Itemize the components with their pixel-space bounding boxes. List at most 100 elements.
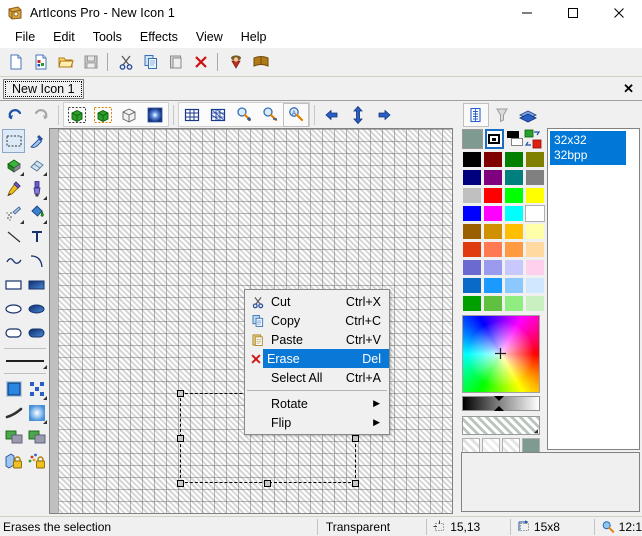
palette-swatch[interactable] bbox=[483, 277, 503, 294]
tool-options-arrow[interactable] bbox=[43, 220, 47, 224]
flood-fill-tool[interactable] bbox=[25, 201, 48, 225]
palette-swatch[interactable] bbox=[504, 223, 524, 240]
undo-button[interactable] bbox=[2, 103, 28, 127]
tool-options-arrow[interactable] bbox=[20, 220, 24, 224]
palette-swatch[interactable] bbox=[483, 205, 503, 222]
curve-tool[interactable] bbox=[2, 249, 25, 273]
zoom-in-button[interactable] bbox=[231, 103, 257, 127]
line-width-arrow[interactable] bbox=[43, 365, 47, 369]
palette-swatch[interactable] bbox=[504, 151, 524, 168]
palette-swatch[interactable] bbox=[483, 295, 503, 312]
palette-swatch[interactable] bbox=[525, 223, 545, 240]
delete-image-format-button[interactable] bbox=[489, 103, 515, 127]
new-icon-button[interactable] bbox=[3, 50, 28, 75]
tab-new-icon-1[interactable]: New Icon 1 bbox=[3, 78, 84, 99]
selection-handle-s[interactable] bbox=[264, 480, 271, 487]
palette-swatch[interactable] bbox=[462, 259, 482, 276]
palette-swatch[interactable] bbox=[483, 187, 503, 204]
menu-file[interactable]: File bbox=[6, 28, 44, 46]
selection-handle-nw[interactable] bbox=[177, 390, 184, 397]
texture-options-arrow[interactable] bbox=[534, 429, 538, 433]
palette-swatch[interactable] bbox=[504, 277, 524, 294]
opacity-tool[interactable] bbox=[2, 425, 25, 449]
selection-handle-se[interactable] bbox=[352, 480, 359, 487]
texture-preview[interactable] bbox=[462, 416, 540, 435]
3d-object-button[interactable] bbox=[116, 103, 142, 127]
palette-swatch[interactable] bbox=[462, 241, 482, 258]
palette-swatch[interactable] bbox=[525, 241, 545, 258]
save-button[interactable] bbox=[78, 50, 103, 75]
line-width-selector[interactable] bbox=[2, 352, 48, 370]
smudge-tool[interactable] bbox=[2, 401, 25, 425]
color-wheel-picker[interactable] bbox=[462, 315, 540, 393]
current-color-swatch[interactable] bbox=[462, 129, 483, 149]
image-format-list[interactable]: 32x32 32bpp bbox=[547, 128, 640, 450]
tool-options-arrow[interactable] bbox=[43, 420, 47, 424]
pencil-tool[interactable] bbox=[2, 177, 25, 201]
arc-tool[interactable] bbox=[25, 249, 48, 273]
ellipse-filled-tool[interactable] bbox=[25, 297, 48, 321]
tool-options-arrow[interactable] bbox=[20, 172, 24, 176]
palette-swatch[interactable] bbox=[525, 277, 545, 294]
palette-swatch[interactable] bbox=[525, 169, 545, 186]
color-mode-button[interactable] bbox=[484, 129, 504, 149]
palette-swatch[interactable] bbox=[483, 223, 503, 240]
palette-swatch[interactable] bbox=[525, 151, 545, 168]
scatter-tool[interactable] bbox=[25, 377, 48, 401]
palette-swatch[interactable] bbox=[462, 169, 482, 186]
eraser-tool[interactable] bbox=[25, 153, 48, 177]
palette-swatch[interactable] bbox=[483, 169, 503, 186]
menu-effects[interactable]: Effects bbox=[131, 28, 187, 46]
tool-options-arrow[interactable] bbox=[43, 396, 47, 400]
context-menu-item-copy[interactable]: Copy Ctrl+C bbox=[245, 311, 389, 330]
palette-swatch[interactable] bbox=[504, 187, 524, 204]
icon-extractor-button[interactable] bbox=[223, 50, 248, 75]
maximize-button[interactable] bbox=[550, 0, 596, 26]
round-rect-filled-tool[interactable] bbox=[25, 321, 48, 345]
palette-swatch[interactable] bbox=[462, 295, 482, 312]
image-format-item[interactable]: 32x32 32bpp bbox=[550, 131, 626, 165]
airbrush-tool[interactable] bbox=[2, 201, 25, 225]
minimize-button[interactable] bbox=[504, 0, 550, 26]
context-menu-item-cut[interactable]: Cut Ctrl+X bbox=[245, 292, 389, 311]
rectangle-outline-tool[interactable] bbox=[2, 273, 25, 297]
grid-button[interactable] bbox=[179, 103, 205, 127]
context-menu-item-rotate[interactable]: Rotate ▶ bbox=[245, 394, 389, 413]
palette-swatch[interactable] bbox=[462, 187, 482, 204]
palette-swatch[interactable] bbox=[525, 187, 545, 204]
context-menu-item-erase[interactable]: Erase Del bbox=[245, 349, 389, 368]
text-tool[interactable] bbox=[25, 225, 48, 249]
palette-swatch[interactable] bbox=[462, 277, 482, 294]
palette-swatch[interactable] bbox=[462, 151, 482, 168]
palette-swatch[interactable] bbox=[504, 241, 524, 258]
lock-alpha-tool[interactable] bbox=[2, 449, 25, 473]
color-picker-tool[interactable] bbox=[25, 129, 48, 153]
tool-options-arrow[interactable] bbox=[43, 196, 47, 200]
tab-close-button[interactable]: ✕ bbox=[623, 81, 634, 97]
lock-color-tool[interactable] bbox=[25, 449, 48, 473]
swap-reset-colors[interactable] bbox=[524, 129, 542, 149]
selection-handle-sw[interactable] bbox=[177, 480, 184, 487]
new-image-format-button[interactable] bbox=[463, 102, 489, 127]
palette-swatch[interactable] bbox=[525, 259, 545, 276]
selection-handle-e[interactable] bbox=[352, 435, 359, 442]
zoom-actual-button[interactable]: A bbox=[283, 102, 309, 127]
rectangle-filled-tool[interactable] bbox=[25, 273, 48, 297]
rectangle-select-tool[interactable] bbox=[2, 129, 25, 153]
foreground-background-swatch[interactable] bbox=[506, 130, 523, 148]
glow-effect-button[interactable] bbox=[142, 103, 168, 127]
pixel-grid-button[interactable] bbox=[205, 103, 231, 127]
palette-swatch[interactable] bbox=[504, 169, 524, 186]
menu-help[interactable]: Help bbox=[232, 28, 276, 46]
shadow-tool[interactable] bbox=[25, 425, 48, 449]
import-image-button[interactable] bbox=[64, 103, 90, 127]
nudge-right-button[interactable] bbox=[371, 103, 397, 127]
menu-view[interactable]: View bbox=[187, 28, 232, 46]
palette-swatch[interactable] bbox=[483, 241, 503, 258]
context-menu-item-paste[interactable]: Paste Ctrl+V bbox=[245, 330, 389, 349]
palette-swatch[interactable] bbox=[483, 151, 503, 168]
menu-edit[interactable]: Edit bbox=[44, 28, 84, 46]
brightness-slider[interactable] bbox=[462, 396, 540, 411]
nudge-vertical-button[interactable] bbox=[345, 103, 371, 127]
new-from-image-button[interactable] bbox=[28, 50, 53, 75]
